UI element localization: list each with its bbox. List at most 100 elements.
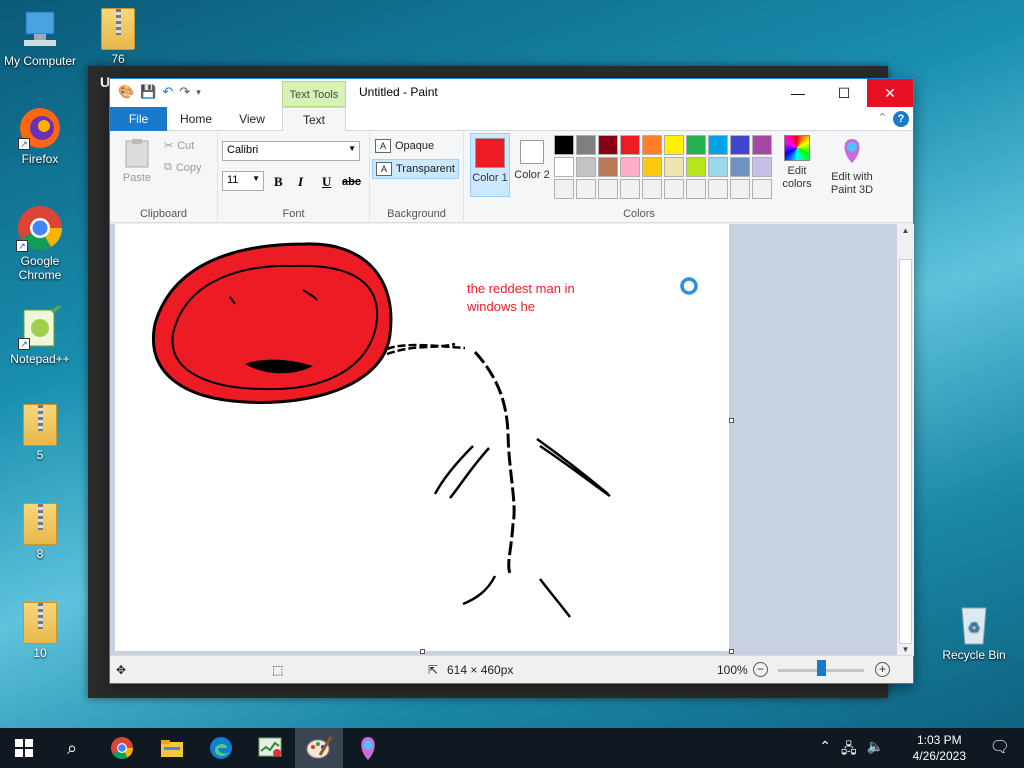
palette-swatch[interactable]	[598, 179, 618, 199]
desktop-icon-chrome[interactable]: ↗ Google Chrome	[0, 204, 80, 282]
drawing-canvas[interactable]: the reddest man in windows he	[115, 224, 729, 651]
tab-view[interactable]: View	[228, 107, 276, 131]
italic-button[interactable]: I	[298, 174, 303, 190]
tab-file[interactable]: File	[110, 107, 167, 131]
palette-swatch[interactable]	[664, 157, 684, 177]
palette-swatch[interactable]	[598, 135, 618, 155]
font-family-select[interactable]: Calibri ▼	[222, 141, 360, 161]
palette-swatch[interactable]	[598, 157, 618, 177]
minimize-button[interactable]: —	[775, 79, 821, 107]
palette-swatch[interactable]	[730, 157, 750, 177]
palette-swatch[interactable]	[620, 157, 640, 177]
taskbar-edge[interactable]	[197, 728, 245, 768]
palette-swatch[interactable]	[554, 157, 574, 177]
system-tray: ⌃ 🖧 🔈	[819, 738, 884, 762]
taskbar-paint[interactable]	[295, 728, 343, 768]
show-hidden-icons-icon[interactable]: ⌃	[819, 738, 831, 762]
clock[interactable]: 1:03 PM 4/26/2023	[913, 732, 966, 764]
close-button[interactable]: ✕	[867, 79, 913, 107]
search-button[interactable]: ⌕	[48, 728, 96, 768]
font-size-select[interactable]: 11 ▼	[222, 171, 264, 191]
color2-button[interactable]: Color 2	[512, 133, 552, 197]
desktop-icon-firefox[interactable]: ↗ Firefox	[0, 106, 80, 166]
desktop-icon-label: Recycle Bin	[942, 648, 1006, 662]
desktop-icon-notepadpp[interactable]: ↗ Notepad++	[0, 304, 80, 366]
palette-swatch[interactable]	[620, 179, 640, 199]
collapse-ribbon-icon[interactable]: ⌃	[878, 111, 887, 124]
scroll-down-icon[interactable]: ▼	[897, 645, 914, 654]
palette-swatch[interactable]	[708, 157, 728, 177]
taskbar-chrome[interactable]	[98, 728, 146, 768]
resize-handle-corner[interactable]	[729, 649, 734, 654]
palette-swatch[interactable]	[752, 157, 772, 177]
palette-swatch[interactable]	[708, 135, 728, 155]
help-icon[interactable]: ?	[893, 111, 909, 127]
notification-icon[interactable]: 🗨	[990, 737, 1010, 757]
palette-swatch[interactable]	[642, 135, 662, 155]
palette-swatch[interactable]	[576, 157, 596, 177]
volume-icon[interactable]: 🔈	[867, 738, 884, 762]
color1-button[interactable]: Color 1	[470, 133, 510, 197]
palette-swatch[interactable]	[664, 179, 684, 199]
desktop-icon-my-computer[interactable]: My Computer	[0, 8, 80, 68]
bold-button[interactable]: B	[274, 174, 283, 190]
title-bar[interactable]: 🎨 💾 ↶ ↷ ▾ Text Tools Untitled - Paint — …	[110, 79, 913, 107]
paint-app-icon[interactable]: 🎨	[118, 84, 134, 100]
palette-swatch[interactable]	[642, 157, 662, 177]
customize-qa-icon[interactable]: ▾	[196, 87, 201, 98]
palette-swatch[interactable]	[752, 135, 772, 155]
paste-button[interactable]: Paste	[122, 137, 152, 184]
network-icon[interactable]: 🖧	[841, 738, 857, 762]
taskbar-paint3d[interactable]	[344, 728, 392, 768]
palette-swatch[interactable]	[554, 135, 574, 155]
scroll-up-icon[interactable]: ▲	[897, 226, 914, 235]
palette-swatch[interactable]	[664, 135, 684, 155]
tab-text[interactable]: Text	[282, 107, 346, 132]
palette-swatch[interactable]	[686, 179, 706, 199]
palette-swatch[interactable]	[576, 135, 596, 155]
palette-swatch[interactable]	[642, 179, 662, 199]
desktop-icon-76[interactable]: 76	[78, 8, 158, 66]
palette-swatch[interactable]	[752, 179, 772, 199]
resize-handle-right[interactable]	[729, 418, 734, 423]
zoom-in-button[interactable]: +	[875, 662, 890, 677]
desktop-icon-10[interactable]: 10	[0, 602, 80, 660]
copy-button[interactable]: ⧉ Copy	[164, 161, 202, 174]
desktop-icon-recycle-bin[interactable]: ♻ Recycle Bin	[934, 602, 1014, 662]
resize-handle-bottom[interactable]	[420, 649, 425, 654]
palette-swatch[interactable]	[686, 157, 706, 177]
clipboard-group: Paste ✂ Cut ⧉ Copy Clipboard	[110, 131, 218, 223]
palette-swatch[interactable]	[708, 179, 728, 199]
window-title: Untitled - Paint	[359, 85, 438, 99]
palette-swatch[interactable]	[730, 179, 750, 199]
palette-swatch[interactable]	[730, 135, 750, 155]
palette-swatch[interactable]	[686, 135, 706, 155]
clipboard-group-label: Clipboard	[139, 208, 188, 220]
maximize-button[interactable]: ☐	[821, 79, 867, 107]
taskbar-file-explorer[interactable]	[148, 728, 196, 768]
taskbar-task-manager[interactable]	[246, 728, 294, 768]
desktop-icon-8[interactable]: 8	[0, 503, 80, 561]
strikethrough-button[interactable]: abc	[342, 176, 361, 188]
palette-swatch[interactable]	[554, 179, 574, 199]
save-icon[interactable]: 💾	[140, 84, 156, 100]
clock-date: 4/26/2023	[912, 749, 966, 763]
undo-icon[interactable]: ↶	[162, 84, 173, 100]
tab-home[interactable]: Home	[172, 107, 220, 131]
start-button[interactable]	[0, 728, 48, 768]
redo-icon[interactable]: ↷	[179, 84, 190, 100]
vertical-scrollbar[interactable]: ▲ ▼	[897, 224, 914, 656]
palette-swatch[interactable]	[620, 135, 640, 155]
edit-with-paint3d-button[interactable]: Edit with Paint 3D	[824, 135, 880, 197]
edit-colors-button[interactable]: Edit colors	[780, 135, 814, 191]
palette-swatch[interactable]	[576, 179, 596, 199]
zoom-out-button[interactable]: −	[753, 662, 768, 677]
zoom-slider-thumb[interactable]	[817, 660, 826, 676]
underline-button[interactable]: U	[322, 174, 331, 190]
cut-button[interactable]: ✂ Cut	[164, 139, 194, 153]
opaque-option[interactable]: A Opaque	[372, 137, 437, 155]
paint-window[interactable]: 🎨 💾 ↶ ↷ ▾ Text Tools Untitled - Paint — …	[109, 78, 914, 684]
desktop-icon-5[interactable]: 5	[0, 404, 80, 462]
transparent-option[interactable]: A Transparent	[372, 159, 459, 179]
scrollbar-thumb[interactable]	[899, 259, 912, 644]
